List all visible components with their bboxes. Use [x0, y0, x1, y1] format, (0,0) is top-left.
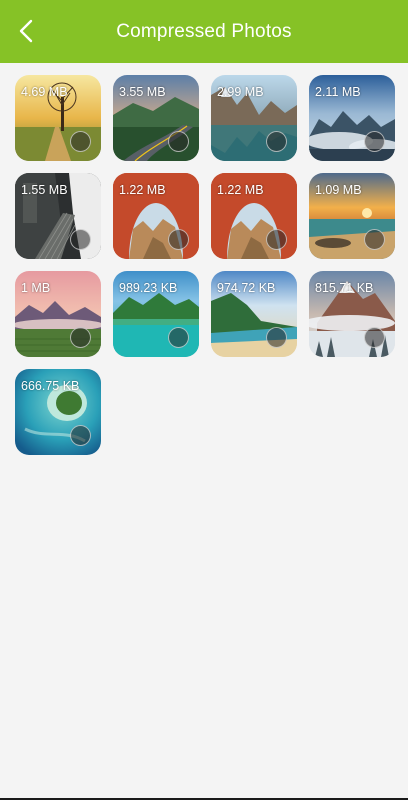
file-size-label: 1.09 MB	[315, 183, 362, 197]
photo-tile[interactable]: 2.11 MB	[309, 75, 395, 161]
photo-tile[interactable]: 666.75 KB	[15, 369, 101, 455]
photo-tile[interactable]: 974.72 KB	[211, 271, 297, 357]
chevron-left-icon	[19, 19, 33, 43]
photo-tile[interactable]: 1 MB	[15, 271, 101, 357]
photo-tile[interactable]: 1.09 MB	[309, 173, 395, 259]
photo-tile[interactable]: 1.55 MB	[15, 173, 101, 259]
file-size-label: 815.71 KB	[315, 281, 374, 295]
select-checkbox[interactable]	[70, 327, 91, 348]
select-checkbox[interactable]	[364, 131, 385, 152]
select-checkbox[interactable]	[266, 131, 287, 152]
photo-grid: 4.69 MB 3.55 MB 2.99 MB 2.11 MB 1.55 MB …	[15, 75, 395, 455]
file-size-label: 974.72 KB	[217, 281, 276, 295]
file-size-label: 2.99 MB	[217, 85, 264, 99]
select-checkbox[interactable]	[70, 131, 91, 152]
file-size-label: 2.11 MB	[315, 85, 361, 99]
page-title: Compressed Photos	[116, 20, 292, 42]
photo-tile[interactable]: 4.69 MB	[15, 75, 101, 161]
file-size-label: 4.69 MB	[21, 85, 68, 99]
file-size-label: 666.75 KB	[21, 379, 80, 393]
file-size-label: 1 MB	[21, 281, 51, 295]
photo-tile[interactable]: 1.22 MB	[113, 173, 199, 259]
select-checkbox[interactable]	[168, 229, 189, 250]
file-size-label: 1.22 MB	[217, 183, 264, 197]
photo-tile[interactable]: 815.71 KB	[309, 271, 395, 357]
select-checkbox[interactable]	[266, 327, 287, 348]
select-checkbox[interactable]	[70, 229, 91, 250]
photo-tile[interactable]: 2.99 MB	[211, 75, 297, 161]
file-size-label: 3.55 MB	[119, 85, 166, 99]
select-checkbox[interactable]	[266, 229, 287, 250]
select-checkbox[interactable]	[168, 131, 189, 152]
app-header: Compressed Photos	[0, 0, 408, 63]
file-size-label: 1.22 MB	[119, 183, 166, 197]
file-size-label: 989.23 KB	[119, 281, 178, 295]
back-button[interactable]	[6, 10, 46, 52]
select-checkbox[interactable]	[364, 327, 385, 348]
select-checkbox[interactable]	[364, 229, 385, 250]
file-size-label: 1.55 MB	[21, 183, 68, 197]
select-checkbox[interactable]	[70, 425, 91, 446]
photo-tile[interactable]: 989.23 KB	[113, 271, 199, 357]
select-checkbox[interactable]	[168, 327, 189, 348]
photo-tile[interactable]: 1.22 MB	[211, 173, 297, 259]
photo-tile[interactable]: 3.55 MB	[113, 75, 199, 161]
